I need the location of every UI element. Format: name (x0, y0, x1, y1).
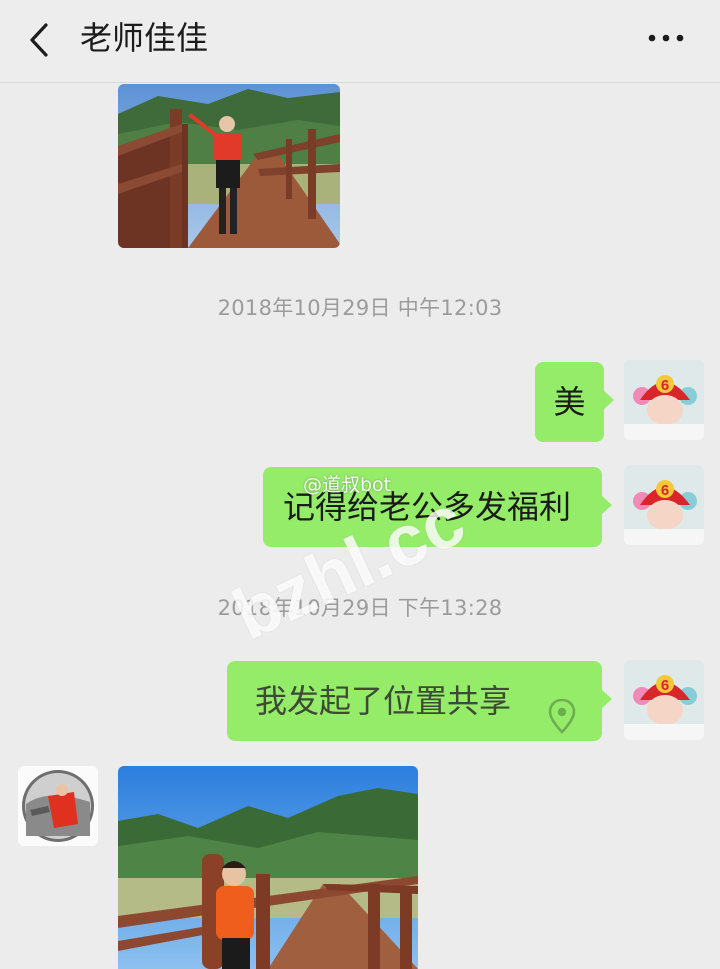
svg-text:6: 6 (661, 377, 669, 394)
message-text: 记得给老公多发福利 (283, 488, 572, 526)
image-message[interactable] (118, 766, 418, 969)
chat-bubble-outgoing[interactable]: 美 (535, 362, 614, 442)
chat-header: 老师佳佳 (0, 0, 720, 83)
location-share-bubble[interactable]: 我发起了位置共享 (227, 661, 612, 741)
message-text: 美 (553, 383, 586, 421)
message-text: 我发起了位置共享 (255, 682, 512, 720)
chevron-left-icon[interactable] (26, 20, 56, 60)
svg-text:6: 6 (661, 482, 669, 499)
timestamp: 2018年10月29日 下午13:28 (217, 596, 503, 620)
chat-title: 老师佳佳 (80, 19, 209, 57)
location-pin-icon (548, 683, 576, 763)
timestamp: 2018年10月29日 中午12:03 (217, 296, 503, 320)
chat-bubble-outgoing[interactable]: 记得给老公多发福利 (263, 467, 612, 547)
image-message[interactable] (118, 84, 340, 248)
more-dots-icon[interactable] (646, 30, 686, 46)
svg-text:6: 6 (661, 677, 669, 694)
avatar[interactable]: 6 (624, 660, 704, 740)
avatar[interactable]: 6 (624, 360, 704, 440)
avatar[interactable]: 6 (624, 465, 704, 545)
avatar[interactable] (18, 766, 98, 846)
